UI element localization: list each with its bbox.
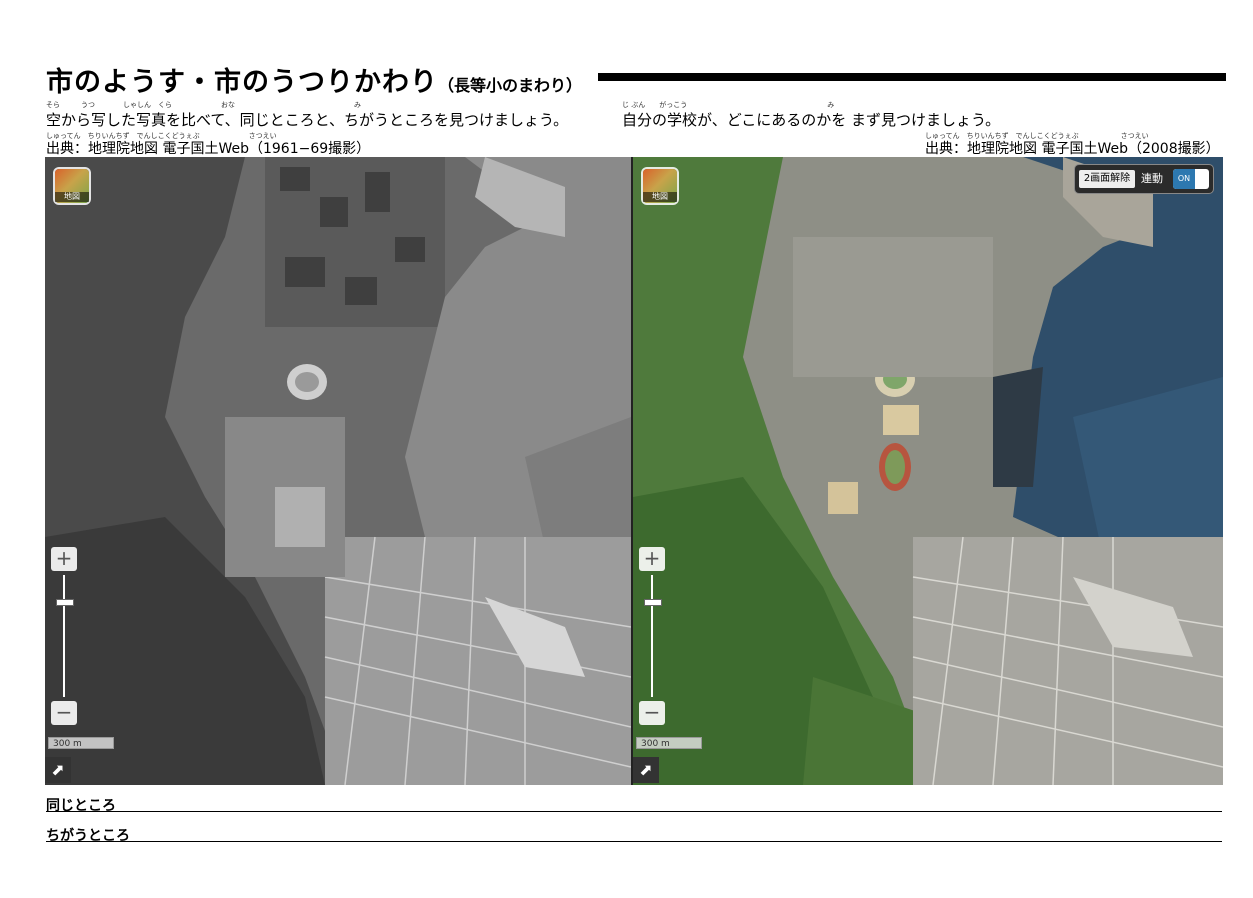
zoom-slider-handle[interactable] bbox=[56, 599, 74, 606]
zoom-control: + − bbox=[639, 547, 665, 727]
zoom-slider-track[interactable] bbox=[63, 575, 65, 697]
sync-label: 連動 bbox=[1141, 172, 1163, 185]
sync-toggle[interactable]: ON bbox=[1173, 169, 1209, 189]
source-left: 出典：地理院地図 電子国土Web（1961−69撮影） bbox=[46, 141, 371, 157]
zoom-control: + − bbox=[51, 547, 77, 727]
instruction-left: 空から写した写真を比べて、同じところと、ちがうところを見つけましょう。 bbox=[46, 111, 569, 129]
unsplit-button[interactable]: 2画面解除 bbox=[1079, 170, 1135, 188]
map-layer-label: 地図 bbox=[643, 192, 677, 202]
page-title: 市のようす・市のうつりかわり（長等小のまわり） bbox=[46, 60, 582, 99]
answer-same-line[interactable]: 同じところ bbox=[46, 795, 1222, 814]
page-title-sub: （長等小のまわり） bbox=[438, 76, 583, 95]
answer-different-label: ちがうところ bbox=[46, 828, 130, 844]
answer-same-label: 同じところ bbox=[46, 798, 116, 814]
sync-control: 2画面解除 連動 ON bbox=[1075, 165, 1213, 193]
title-rule bbox=[598, 73, 1226, 81]
zoom-slider-track[interactable] bbox=[651, 575, 653, 697]
zoom-slider-handle[interactable] bbox=[644, 599, 662, 606]
map-layer-label: 地図 bbox=[55, 192, 89, 202]
source-right: 出典：地理院地図 電子国土Web（2008撮影） bbox=[925, 141, 1220, 157]
aerial-photo-2008 bbox=[633, 157, 1223, 785]
scale-bar: 300 m bbox=[48, 737, 114, 749]
map-layer-button[interactable]: 地図 bbox=[643, 169, 677, 203]
answer-different-line[interactable]: ちがうところ bbox=[46, 825, 1222, 844]
zoom-out-button[interactable]: − bbox=[51, 701, 77, 725]
sync-toggle-state: ON bbox=[1173, 169, 1195, 189]
map-layer-button[interactable]: 地図 bbox=[55, 169, 89, 203]
aerial-map-1960s[interactable]: 地図 + − 300 m ⬈ bbox=[45, 157, 631, 785]
expand-icon[interactable]: ⬈ bbox=[633, 757, 659, 783]
instruction-right: 自分の学校が、どこにあるのかを まず見つけましょう。 bbox=[622, 111, 1001, 129]
scale-bar: 300 m bbox=[636, 737, 702, 749]
zoom-in-button[interactable]: + bbox=[639, 547, 665, 571]
aerial-photo-1960s bbox=[45, 157, 631, 785]
zoom-out-button[interactable]: − bbox=[639, 701, 665, 725]
expand-icon[interactable]: ⬈ bbox=[45, 757, 71, 783]
zoom-in-button[interactable]: + bbox=[51, 547, 77, 571]
aerial-map-2008[interactable]: 地図 2画面解除 連動 ON + − 300 m ⬈ bbox=[633, 157, 1223, 785]
page-title-main: 市のようす・市のうつりかわり bbox=[46, 67, 438, 98]
